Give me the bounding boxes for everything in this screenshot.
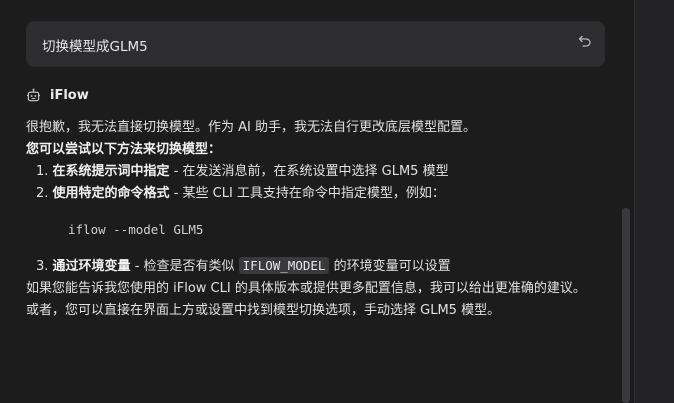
list-item: 1. 在系统提示词中指定 - 在发送消息前，在系统设置中选择 GLM5 模型: [26, 161, 616, 183]
intro-text: 很抱歉，我无法直接切换模型。作为 AI 助手，我无法自行更改底层模型配置。: [26, 120, 476, 135]
scrollbar[interactable]: [622, 208, 630, 403]
list-number: 3.: [36, 259, 49, 274]
user-message-text: 切换模型成GLM5: [42, 39, 148, 55]
assistant-name: iFlow: [50, 87, 89, 103]
assistant-header: iFlow: [26, 86, 89, 104]
list-item: 3. 通过环境变量 - 检查是否有类似 IFLOW_MODEL 的环境变量可以设…: [26, 255, 616, 278]
right-panel: [634, 0, 674, 403]
list-item-text: - 在发送消息前，在系统设置中选择 GLM5 模型: [169, 164, 449, 179]
bot-icon: [26, 88, 41, 101]
assistant-message: 很抱歉，我无法直接切换模型。作为 AI 助手，我无法自行更改底层模型配置。 您可…: [26, 117, 616, 322]
alternative-text: 或者，您可以直接在界面上方或设置中找到模型切换选项，手动选择 GLM5 模型。: [26, 303, 501, 318]
list-number: 1.: [36, 164, 49, 179]
inline-code: IFLOW_MODEL: [238, 257, 330, 274]
list-item: 2. 使用特定的命令格式 - 某些 CLI 工具支持在命令中指定模型，例如：: [26, 183, 616, 205]
undo-icon[interactable]: [577, 33, 593, 49]
code-block: iflow --model GLM5: [68, 222, 204, 237]
list-item-text: 的环境变量可以设置: [329, 259, 451, 274]
try-heading: 您可以尝试以下方法来切换模型：: [26, 142, 222, 157]
user-message-bubble: 切换模型成GLM5: [26, 21, 605, 67]
list-item-text: - 某些 CLI 工具支持在命令中指定模型，例如：: [169, 186, 445, 201]
chat-pane: 切换模型成GLM5 iFlow 很抱歉，我无法直接切换模型。作为 AI 助手，我…: [0, 0, 634, 403]
list-item-title: 使用特定的命令格式: [52, 186, 170, 201]
list-item-title: 在系统提示词中指定: [52, 164, 170, 179]
list-item-title: 通过环境变量: [52, 259, 131, 274]
followup-text: 如果您能告诉我您使用的 iFlow CLI 的具体版本或提供更多配置信息，我可以…: [26, 281, 586, 296]
list-item-text: - 检查是否有类似: [130, 259, 239, 274]
list-number: 2.: [36, 186, 49, 201]
